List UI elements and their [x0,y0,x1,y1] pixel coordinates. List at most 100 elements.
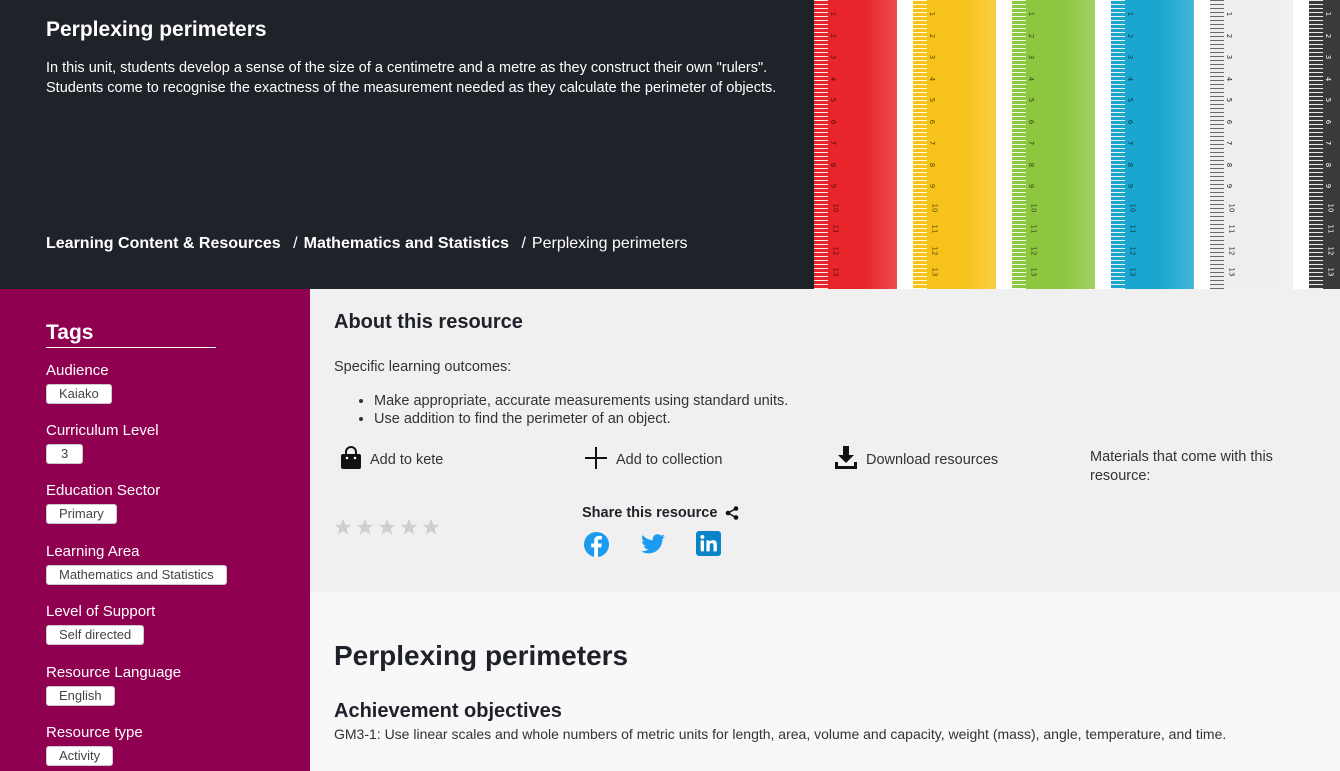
ruler-stripe: 1 2 3 4 5 6 7 8 9 10 11 12 13 [1210,0,1293,289]
facebook-share-button[interactable] [583,531,610,563]
star-icon[interactable] [356,518,374,536]
ruler-number: 12 [1326,246,1335,255]
star-icon[interactable] [334,518,352,536]
linkedin-share-button[interactable] [696,531,721,561]
ruler-ticks [814,0,828,289]
ruler-number: 3 [928,54,937,60]
tag-label: Resource type [46,724,143,741]
twitter-share-button[interactable] [640,531,666,562]
ruler-number: 2 [928,33,937,38]
ruler-number: 13 [930,267,939,277]
ruler-number: 7 [1225,140,1234,146]
shopping-bag-icon [340,446,370,474]
about-heading: About this resource [334,311,523,333]
ruler-number: 4 [829,76,838,81]
add-to-kete-button[interactable]: Add to kete [340,446,443,474]
tag-chip[interactable]: Primary [46,504,117,524]
ruler-number: 8 [1324,162,1333,167]
tags-heading: Tags [46,321,216,348]
ruler-number: 2 [1027,33,1036,38]
ruler-number: 4 [1027,76,1036,81]
ruler-shine [1259,0,1293,289]
ruler-number: 7 [829,140,838,146]
ruler-number: 3 [1225,54,1234,60]
tag-group-resource-type: Resource type Activity [46,724,143,766]
ruler-number: 11 [930,224,939,234]
tag-chip[interactable]: Kaiako [46,384,112,404]
breadcrumb-current: Perplexing perimeters [531,235,688,252]
ruler-number: 10 [831,203,840,212]
hero-banner: Perplexing perimeters In this unit, stud… [0,0,1340,289]
tag-chip[interactable]: Mathematics and Statistics [46,565,227,585]
ruler-number: 12 [1227,246,1236,255]
download-resources-button[interactable]: Download resources [834,446,998,474]
ruler-number: 8 [1027,162,1036,167]
ruler-number: 4 [1225,76,1234,81]
ruler-number: 6 [928,119,937,124]
ruler-number: 10 [1128,203,1137,212]
ruler-number: 9 [1324,183,1333,189]
ruler-number: 1 [1324,11,1333,17]
ruler-number: 11 [1128,224,1137,234]
ruler-number: 10 [1029,203,1038,212]
ruler-stripe: 1 2 3 4 5 6 7 8 9 10 11 12 13 [1309,0,1340,289]
ruler-number: 6 [1027,119,1036,124]
ruler-number: 5 [1126,97,1135,103]
ruler-ticks [1309,0,1323,289]
ruler-ticks [913,0,927,289]
star-icon[interactable] [400,518,418,536]
tag-group-learning-area: Learning Area Mathematics and Statistics [46,543,227,585]
ruler-number: 4 [1126,76,1135,81]
outcome-item: Make appropriate, accurate measurements … [374,392,788,410]
ruler-number: 3 [1126,54,1135,60]
tag-chip[interactable]: Activity [46,746,114,766]
download-icon [834,446,866,474]
achievement-objective-text: GM3-1: Use linear scales and whole numbe… [334,726,1227,742]
ruler-number: 12 [1128,246,1137,255]
tag-group-level-of-support: Level of Support Self directed [46,603,155,645]
tag-chip[interactable]: English [46,686,115,706]
ruler-number: 13 [1227,267,1236,277]
ruler-number: 11 [1227,224,1236,234]
star-icon[interactable] [422,518,440,536]
outcomes-list: Make appropriate, accurate measurements … [374,392,788,428]
ruler-number: 8 [1225,162,1234,167]
tag-group-audience: Audience Kaiako [46,362,112,404]
facebook-icon [583,531,610,558]
add-to-collection-button[interactable]: Add to collection [584,446,722,474]
ruler-shine [863,0,897,289]
ruler-number: 7 [1027,140,1036,146]
ruler-number: 10 [930,203,939,212]
ruler-number: 3 [829,54,838,60]
ruler-stripe: 1 2 3 4 5 6 7 8 9 10 11 12 13 [1111,0,1194,289]
ruler-number: 9 [928,183,937,189]
ruler-number: 6 [1126,119,1135,124]
tag-chip[interactable]: Self directed [46,625,145,645]
ruler-number: 1 [1225,11,1234,17]
ruler-number: 9 [1027,183,1036,189]
ruler-number: 8 [928,162,937,167]
breadcrumb-learning-content[interactable]: Learning Content & Resources [46,235,281,252]
star-rating[interactable] [334,518,440,536]
ruler-ticks [1012,0,1026,289]
ruler-number: 5 [1027,97,1036,103]
ruler-number: 13 [1326,267,1335,277]
ruler-number: 5 [1324,97,1333,103]
about-panel: About this resource Specific learning ou… [310,289,1340,592]
breadcrumb-mathematics[interactable]: Mathematics and Statistics [304,235,509,252]
download-resources-label: Download resources [866,452,999,468]
ruler-number: 8 [829,162,838,167]
ruler-number: 6 [829,119,838,124]
outcome-item: Use addition to find the perimeter of an… [374,410,788,428]
rulers-image: 1 2 3 4 5 6 7 8 9 10 11 12 13 1 2 3 4 5 6 7 8 9 10 11 12 13 1 2 3 4 5 6… [814,0,1340,289]
linkedin-icon [696,531,721,556]
tag-chip[interactable]: 3 [46,444,84,464]
ruler-ticks [1210,0,1224,289]
tag-label: Level of Support [46,603,156,620]
ruler-number: 6 [1324,119,1333,124]
star-icon[interactable] [378,518,396,536]
ruler-number: 5 [1225,97,1234,103]
tag-label: Curriculum Level [46,422,159,439]
tag-group-education-sector: Education Sector Primary [46,482,160,524]
ruler-number: 1 [928,11,937,17]
